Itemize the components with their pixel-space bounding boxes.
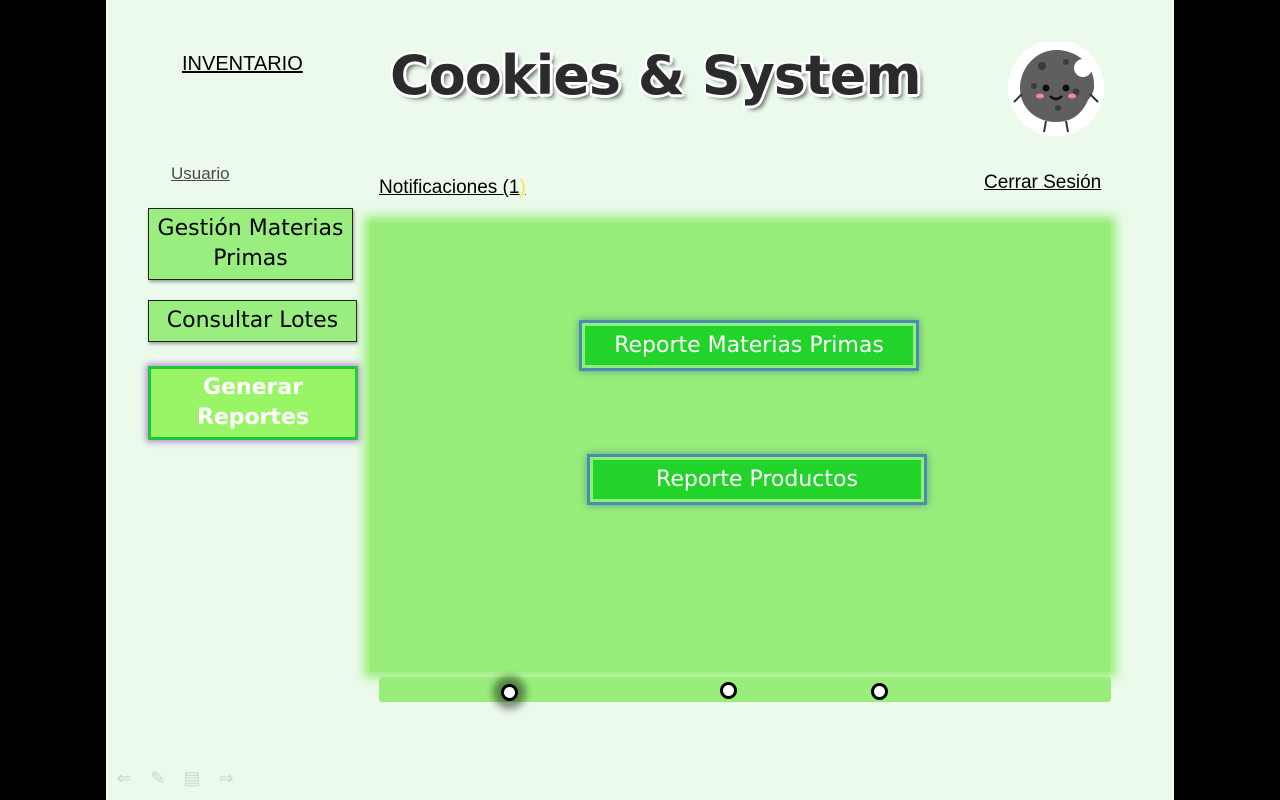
forward-arrow-icon[interactable]: ⇒ xyxy=(216,768,236,788)
app-title: Cookies & System xyxy=(390,44,922,107)
sidebar-item-generar-reportes[interactable]: Generar Reportes xyxy=(148,366,358,440)
reports-panel: Reporte Materias Primas Reporte Producto… xyxy=(370,222,1110,672)
timeline-marker[interactable] xyxy=(501,684,518,701)
inventario-link[interactable]: INVENTARIO xyxy=(182,53,303,76)
timeline-marker[interactable] xyxy=(720,682,737,699)
sidebar-item-consultar-lotes[interactable]: Consultar Lotes xyxy=(148,300,357,342)
menu-icon[interactable]: ▤ xyxy=(182,768,202,788)
notifications-label: Notificaciones (1 xyxy=(379,177,520,198)
timeline-bar xyxy=(379,677,1111,702)
notifications-link[interactable]: Notificaciones (1) xyxy=(379,177,526,199)
back-arrow-icon[interactable]: ⇐ xyxy=(114,768,134,788)
report-materias-primas-button[interactable]: Reporte Materias Primas xyxy=(582,323,916,368)
notifications-close-paren: ) xyxy=(519,177,526,198)
sidebar-item-gestion-materias-primas[interactable]: Gestión Materias Primas xyxy=(148,208,353,280)
pen-icon[interactable]: ✎ xyxy=(148,768,168,788)
timeline-marker[interactable] xyxy=(871,683,888,700)
logout-link[interactable]: Cerrar Sesión xyxy=(984,172,1101,194)
slide: INVENTARIO Cookies & System Usuario Noti… xyxy=(106,0,1174,800)
slideshow-nav: ⇐ ✎ ▤ ⇒ xyxy=(114,768,236,788)
cookie-mascot-icon xyxy=(1008,42,1104,136)
usuario-link[interactable]: Usuario xyxy=(171,164,230,184)
report-productos-button[interactable]: Reporte Productos xyxy=(590,457,924,502)
